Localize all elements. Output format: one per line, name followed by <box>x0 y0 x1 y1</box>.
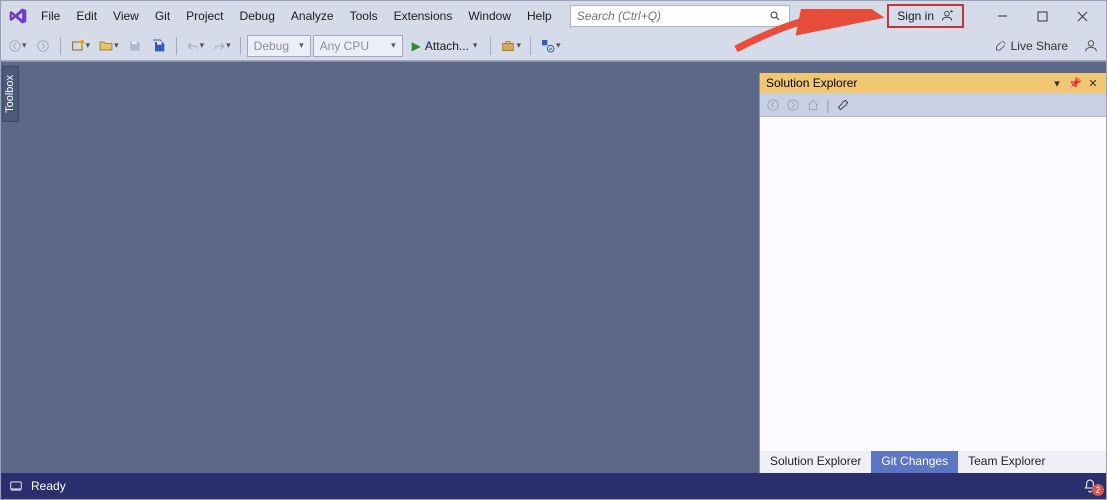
panel-body <box>760 117 1106 451</box>
menu-help[interactable]: Help <box>519 5 560 27</box>
panel-tabs: Solution Explorer Git Changes Team Explo… <box>760 451 1106 473</box>
menu-debug[interactable]: Debug <box>232 5 283 27</box>
vs-logo-icon <box>5 3 31 29</box>
editor-area <box>19 62 759 473</box>
tab-git-changes[interactable]: Git Changes <box>871 451 958 473</box>
window-controls <box>982 4 1102 28</box>
open-file-button[interactable]: ▾ <box>95 35 122 57</box>
menu-tools[interactable]: Tools <box>342 5 386 27</box>
save-all-button[interactable] <box>148 35 170 57</box>
nav-back-button[interactable]: ▾ <box>5 35 30 57</box>
platform-dropdown[interactable]: Any CPU▾ <box>313 35 403 57</box>
menu-extensions[interactable]: Extensions <box>386 5 461 27</box>
tab-solution-explorer[interactable]: Solution Explorer <box>760 451 871 473</box>
menu-view[interactable]: View <box>105 5 147 27</box>
toolbox-tab[interactable]: Toolbox <box>1 62 19 473</box>
menu-project[interactable]: Project <box>178 5 231 27</box>
signin-label: Sign in <box>897 9 934 23</box>
panel-properties-icon[interactable] <box>836 98 850 112</box>
menu-git[interactable]: Git <box>147 5 178 27</box>
liveshare-button[interactable]: Live Share <box>987 39 1074 53</box>
panel-title: Solution Explorer <box>766 76 1046 90</box>
menu-file[interactable]: File <box>33 5 68 27</box>
attach-button[interactable]: ▶ Attach... ▾ <box>405 35 485 57</box>
liveshare-icon <box>993 39 1007 53</box>
status-output-icon[interactable] <box>9 479 23 493</box>
panel-home-icon[interactable] <box>806 98 820 112</box>
visual-studio-window: File Edit View Git Project Debug Analyze… <box>0 0 1107 500</box>
close-button[interactable] <box>1062 4 1102 28</box>
panel-header: Solution Explorer ▾ 📌 ✕ <box>760 73 1106 93</box>
toolbar: ▾ ▾ ▾ ▾ ▾ Debug▾ Any CPU▾ ▶ Attach... ▾ … <box>1 31 1106 61</box>
toolbox-icon[interactable]: ▾ <box>497 35 524 57</box>
nav-forward-button[interactable] <box>32 35 54 57</box>
maximize-button[interactable] <box>1022 4 1062 28</box>
signin-button[interactable]: Sign in <box>887 4 964 28</box>
play-icon: ▶ <box>412 39 421 53</box>
menu-analyze[interactable]: Analyze <box>283 5 342 27</box>
panel-pin-icon[interactable]: 📌 <box>1068 77 1082 90</box>
save-button[interactable] <box>124 35 146 57</box>
redo-button[interactable]: ▾ <box>209 35 234 57</box>
panel-toolbar: | <box>760 93 1106 117</box>
feedback-icon[interactable] <box>1080 35 1102 57</box>
search-icon[interactable] <box>769 10 789 22</box>
search-box[interactable] <box>570 5 790 27</box>
signin-person-icon <box>940 9 954 23</box>
solution-explorer-panel: Solution Explorer ▾ 📌 ✕ | Solution Explo… <box>759 73 1106 473</box>
tab-team-explorer[interactable]: Team Explorer <box>958 451 1055 473</box>
undo-button[interactable]: ▾ <box>183 35 208 57</box>
menu-window[interactable]: Window <box>460 5 519 27</box>
new-project-button[interactable]: ▾ <box>67 35 94 57</box>
panel-close-icon[interactable]: ✕ <box>1086 77 1100 90</box>
panel-forward-icon[interactable] <box>786 98 800 112</box>
body-area: Toolbox Solution Explorer ▾ 📌 ✕ | Soluti… <box>1 61 1106 473</box>
panel-back-icon[interactable] <box>766 98 780 112</box>
status-ready: Ready <box>31 479 66 493</box>
statusbar: Ready 2 <box>1 473 1106 499</box>
search-input[interactable] <box>571 9 769 23</box>
menubar: File Edit View Git Project Debug Analyze… <box>1 1 1106 31</box>
config-dropdown[interactable]: Debug▾ <box>247 35 311 57</box>
notifications-button[interactable]: 2 <box>1082 478 1098 494</box>
minimize-button[interactable] <box>982 4 1022 28</box>
breakpoints-icon[interactable]: ▾ <box>537 35 564 57</box>
menu-edit[interactable]: Edit <box>68 5 105 27</box>
notification-badge: 2 <box>1092 484 1104 496</box>
panel-dropdown-icon[interactable]: ▾ <box>1050 77 1064 90</box>
